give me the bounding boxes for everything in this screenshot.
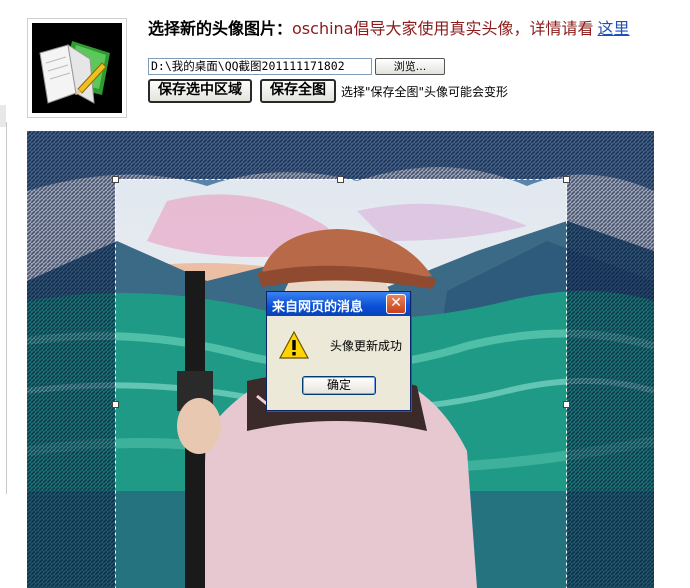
crop-handle-top-right[interactable] xyxy=(563,176,570,183)
save-all-button[interactable]: 保存全图 xyxy=(260,79,336,103)
ok-button[interactable]: 确定 xyxy=(302,376,376,395)
close-icon[interactable]: ✕ xyxy=(386,294,406,314)
crop-handle-top-left[interactable] xyxy=(112,176,119,183)
crop-handle-right[interactable] xyxy=(563,401,570,408)
current-avatar xyxy=(27,18,127,118)
file-path-field[interactable]: D:\我的桌面\QQ截图201111171802 xyxy=(148,58,372,75)
page-title: 选择新的头像图片： xyxy=(148,19,293,38)
alert-dialog: 来自网页的消息 ✕ 头像更新成功 确定 xyxy=(266,291,411,411)
crop-handle-left[interactable] xyxy=(112,401,119,408)
dialog-title: 来自网页的消息 xyxy=(272,300,364,315)
save-selection-button[interactable]: 保存选中区域 xyxy=(148,79,252,103)
browse-button[interactable]: 浏览... xyxy=(375,58,445,75)
dialog-message: 头像更新成功 xyxy=(330,339,403,353)
real-avatar-notice: oschina倡导大家使用真实头像，详情请看 xyxy=(292,19,594,38)
warning-icon xyxy=(279,330,309,359)
avatar-image xyxy=(32,23,122,113)
save-all-note: 选择"保存全图"头像可能会变形 xyxy=(341,85,509,99)
crop-handle-top[interactable] xyxy=(337,176,344,183)
header-line: 选择新的头像图片：oschina倡导大家使用真实头像，详情请看 这里 xyxy=(148,15,630,39)
dialog-title-bar[interactable]: 来自网页的消息 ✕ xyxy=(267,292,410,316)
side-divider xyxy=(6,122,7,494)
book-pencil-icon xyxy=(32,23,122,113)
details-link[interactable]: 这里 xyxy=(597,19,629,38)
